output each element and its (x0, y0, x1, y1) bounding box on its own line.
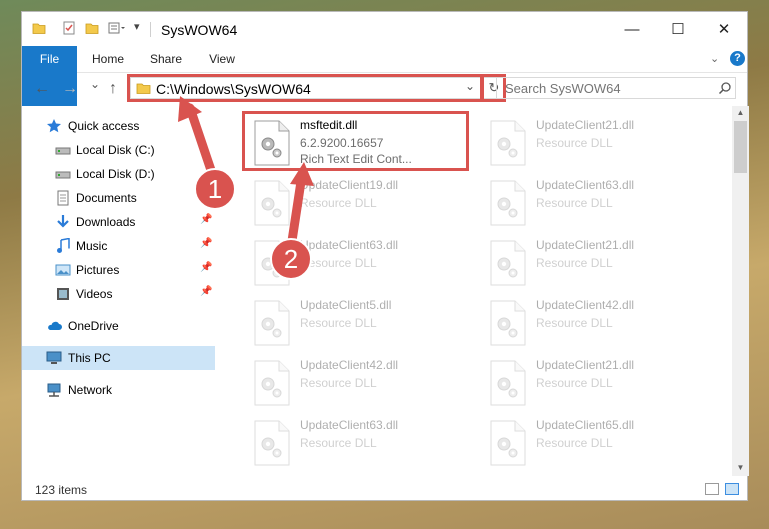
callout-step-1: 1 (194, 168, 236, 210)
callout-step-2: 2 (270, 238, 312, 280)
annotation-arrows (178, 96, 314, 259)
arrow-head-2 (290, 162, 314, 186)
